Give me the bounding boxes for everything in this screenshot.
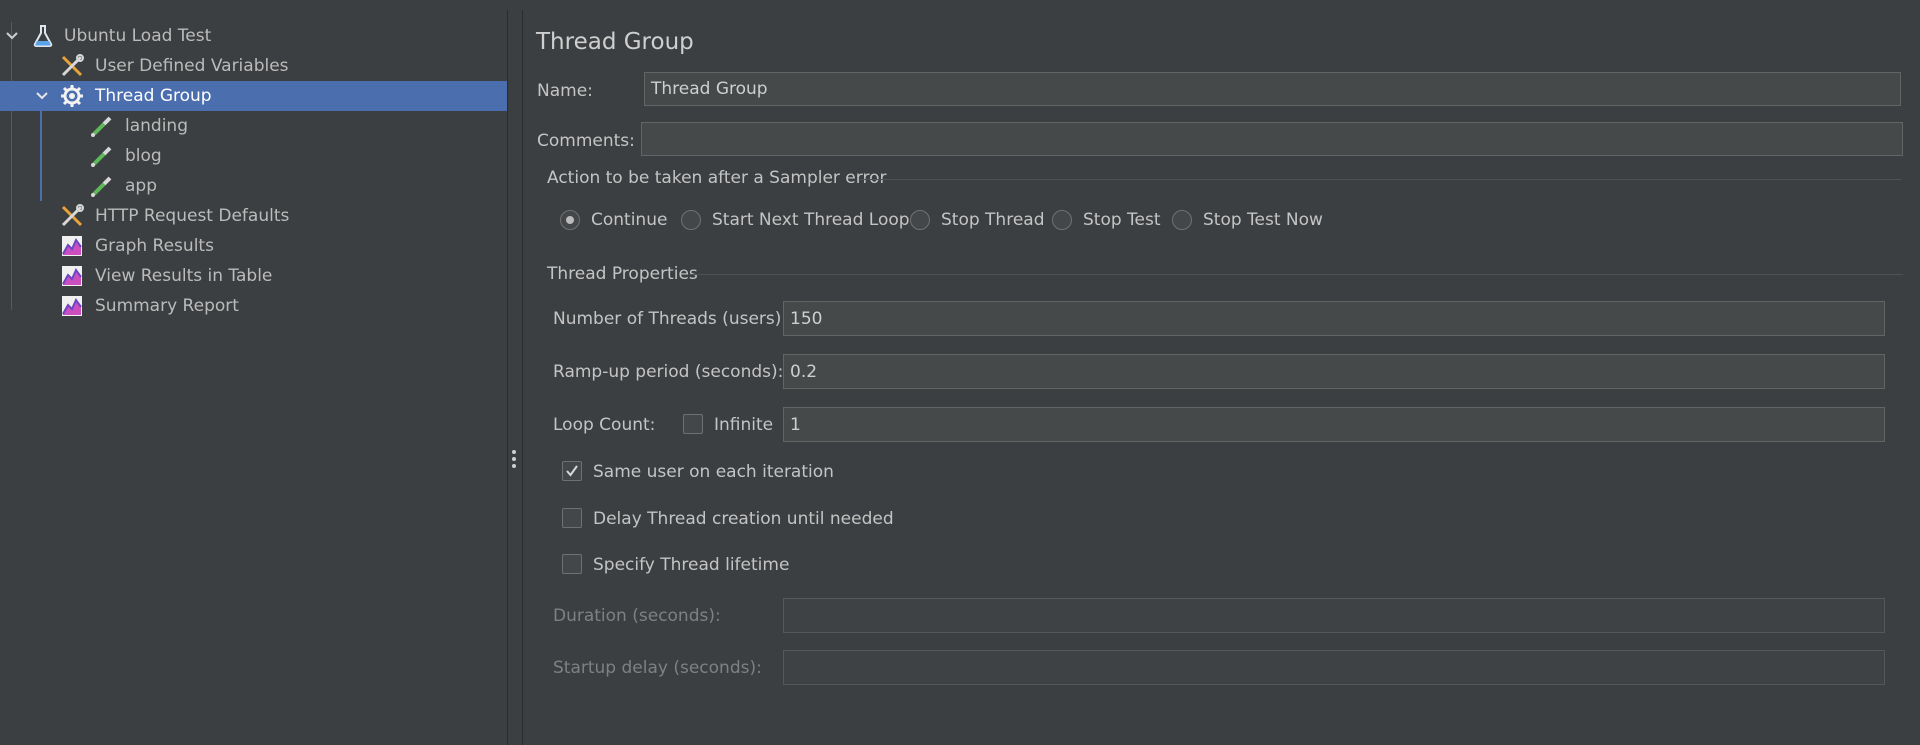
tree-item-label: Summary Report [95,296,239,316]
radio-stop-test-now[interactable] [1172,210,1192,230]
option-stop-test-label: Stop Test [1083,210,1161,230]
duration-label: Duration (seconds): [553,606,721,626]
pipette-icon [89,173,115,199]
tree-item-summary-report[interactable]: Summary Report [0,291,507,321]
name-field[interactable]: Thread Group [644,72,1901,106]
option-stop-thread-label: Stop Thread [941,210,1045,230]
panel-splitter[interactable] [508,10,523,745]
tree-item-label: HTTP Request Defaults [95,206,290,226]
comments-label: Comments: [537,131,635,151]
option-stop-test-now-label: Stop Test Now [1203,210,1323,230]
graph-icon [59,233,85,259]
tree-item-label: Graph Results [95,236,214,256]
radio-start-next-thread-loop[interactable] [681,210,701,230]
tree-item-label: User Defined Variables [95,56,289,76]
tree-item-http-request-defaults[interactable]: HTTP Request Defaults [0,201,507,231]
loop-count-field[interactable]: 1 [783,407,1885,442]
chevron-down-icon[interactable] [35,89,49,103]
thread-lifetime-checkbox[interactable] [562,554,582,574]
graph-icon [59,293,85,319]
thread-group-panel: Thread Group Name: Thread Group Comments… [523,10,1920,745]
tree-item-blog[interactable]: blog [0,141,507,171]
tree-item-label: Ubuntu Load Test [64,26,212,46]
threads-label: Number of Threads (users): [553,309,788,329]
page-title: Thread Group [536,29,694,55]
splitter-grip-icon[interactable] [512,450,516,471]
tree-item-label: Thread Group [95,86,212,106]
loop-count-label: Loop Count: [553,415,656,435]
tree-item-ubuntu-load-test[interactable]: Ubuntu Load Test [0,21,507,51]
startup-delay-label: Startup delay (seconds): [553,658,762,678]
tree-item-label: landing [125,116,188,136]
same-user-checkbox[interactable] [562,461,582,481]
same-user-label: Same user on each iteration [593,462,834,482]
test-plan-tree: Ubuntu Load Test User Defined Variables … [0,10,508,745]
tree-item-app[interactable]: app [0,171,507,201]
flask-icon [30,23,56,49]
delay-thread-label: Delay Thread creation until needed [593,509,894,529]
tree-item-thread-group[interactable]: Thread Group [0,81,507,111]
chevron-down-icon[interactable] [5,29,19,43]
pipette-icon [89,113,115,139]
name-label: Name: [537,81,593,101]
pipette-icon [89,143,115,169]
tree-item-label: blog [125,146,162,166]
thread-lifetime-label: Specify Thread lifetime [593,555,790,575]
tree-item-view-results-in-table[interactable]: View Results in Table [0,261,507,291]
radio-stop-thread[interactable] [910,210,930,230]
tree-item-user-defined-variables[interactable]: User Defined Variables [0,51,507,81]
thread-properties-section-title: Thread Properties [547,264,698,284]
duration-field[interactable] [783,598,1885,633]
threads-field[interactable]: 150 [783,301,1885,336]
checkmark-icon [566,465,578,477]
infinite-checkbox[interactable] [683,414,703,434]
section-divider [689,274,1903,275]
infinite-label: Infinite [714,415,774,435]
comments-field[interactable] [641,122,1903,156]
wrench-screwdriver-icon [59,203,85,229]
wrench-screwdriver-icon [59,53,85,79]
sampler-error-section-title: Action to be taken after a Sampler error [547,168,887,188]
section-divider [859,179,1901,180]
startup-delay-field[interactable] [783,650,1885,685]
tree-item-graph-results[interactable]: Graph Results [0,231,507,261]
tree-item-landing[interactable]: landing [0,111,507,141]
tree-item-label: app [125,176,157,196]
option-start-next-thread-loop-label: Start Next Thread Loop [712,210,910,230]
graph-icon [59,263,85,289]
gear-icon [59,83,85,109]
delay-thread-checkbox[interactable] [562,508,582,528]
rampup-label: Ramp-up period (seconds): [553,362,784,382]
option-continue-label: Continue [591,210,668,230]
radio-continue[interactable] [560,210,580,230]
radio-stop-test[interactable] [1052,210,1072,230]
rampup-field[interactable]: 0.2 [783,354,1885,389]
tree-item-label: View Results in Table [95,266,273,286]
